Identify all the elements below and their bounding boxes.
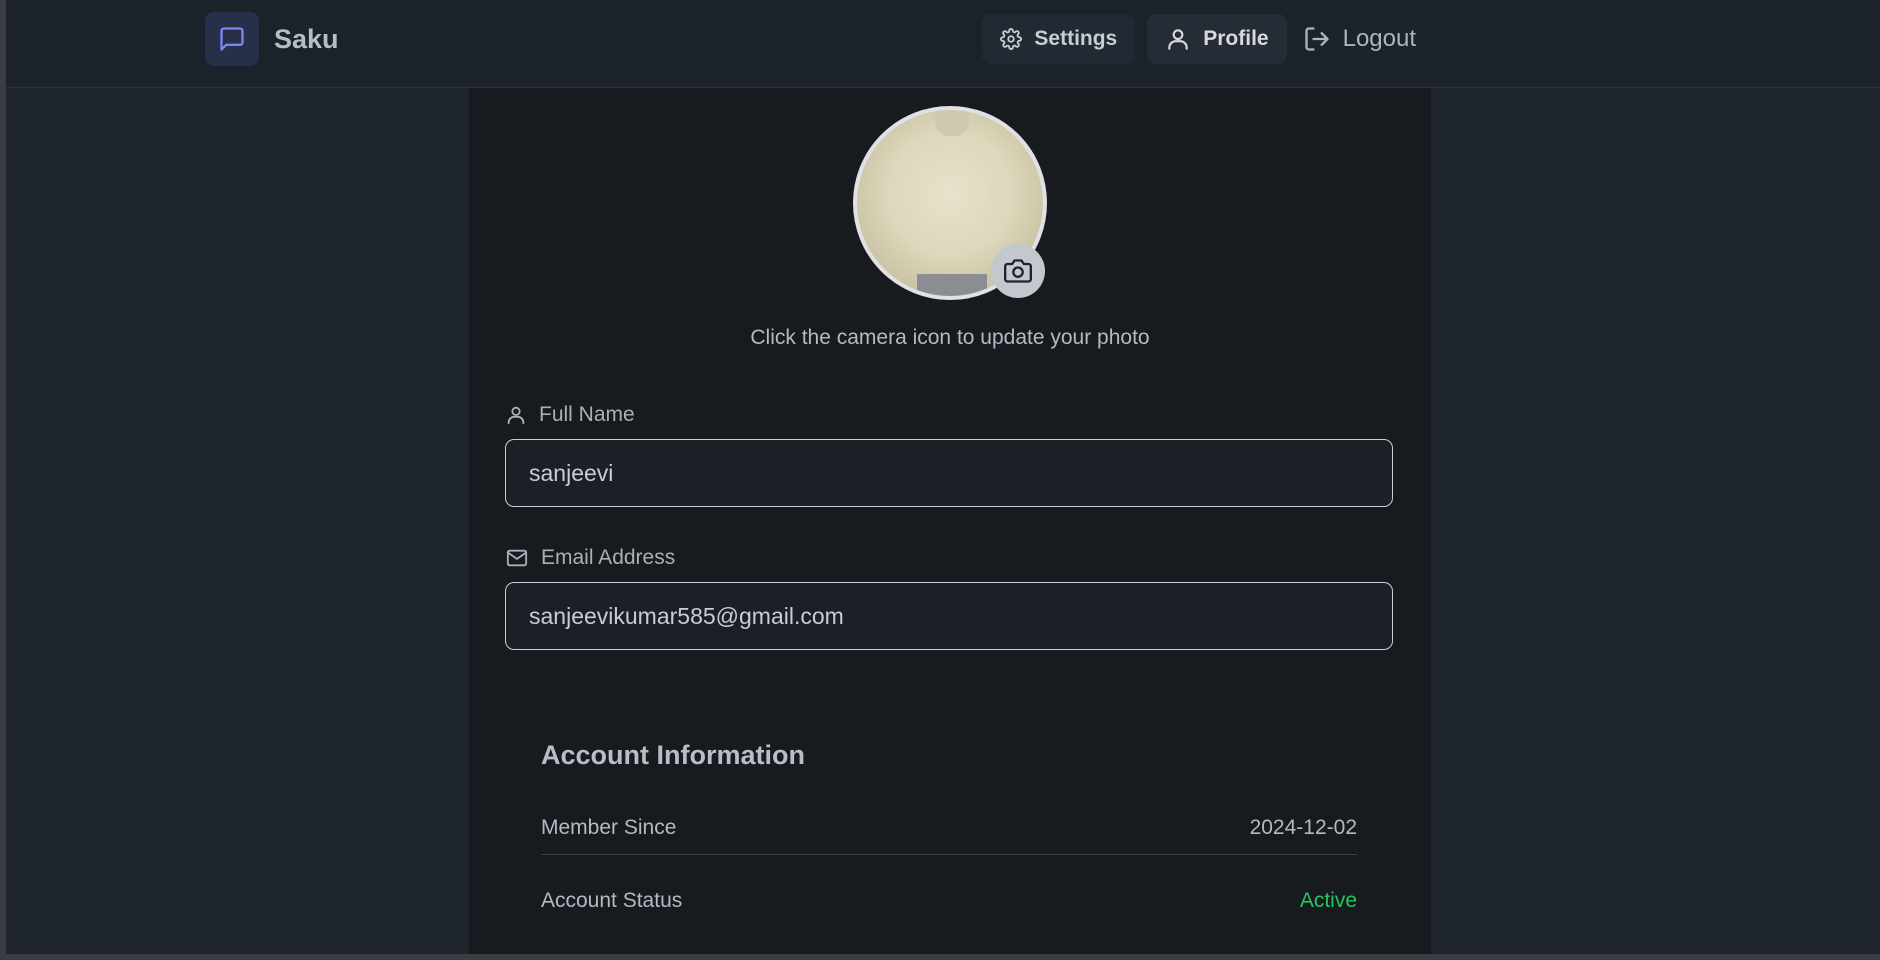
top-navbar: Saku Settings Profile Logout: [6, 0, 1880, 88]
app-window: Saku Settings Profile Logout Click the c…: [6, 0, 1880, 954]
gear-icon: [1000, 28, 1023, 50]
account-info-title: Account Information: [541, 740, 805, 770]
full-name-input[interactable]: [505, 439, 1393, 507]
member-since-value: 2024-12-02: [1249, 816, 1357, 839]
account-status-value: Active: [1299, 889, 1357, 912]
brand-link[interactable]: Saku: [205, 12, 339, 66]
profile-button[interactable]: Profile: [1147, 14, 1287, 64]
account-status-label: Account Status: [541, 889, 683, 912]
avatar-photo-detail: [935, 110, 969, 136]
account-info-row: Member Since 2024-12-02: [541, 816, 1357, 840]
avatar-photo-detail: [917, 274, 987, 296]
logout-label: Logout: [1342, 25, 1416, 52]
email-label: Email Address: [505, 546, 675, 570]
camera-icon: [1004, 259, 1032, 283]
settings-button[interactable]: Settings: [982, 14, 1136, 64]
brand-name: Saku: [274, 23, 339, 54]
logout-button[interactable]: Logout: [1299, 14, 1420, 64]
member-since-label: Member Since: [541, 816, 677, 839]
avatar-container: [853, 106, 1047, 300]
logout-icon: [1303, 25, 1331, 53]
user-icon: [1165, 26, 1191, 52]
mail-icon: [505, 547, 529, 569]
account-info-row: Account Status Active: [541, 889, 1357, 913]
nav-menu: Settings Profile Logout: [982, 14, 1420, 64]
profile-panel: Click the camera icon to update your pho…: [469, 88, 1431, 954]
brand-logo-badge: [205, 12, 259, 66]
divider: [541, 854, 1357, 855]
full-name-label: Full Name: [505, 403, 635, 427]
settings-label: Settings: [1034, 27, 1118, 50]
email-label-text: Email Address: [541, 546, 676, 569]
email-input[interactable]: [505, 582, 1393, 650]
chat-bubble-icon: [220, 27, 244, 51]
change-photo-button[interactable]: [991, 244, 1045, 298]
photo-hint-text: Click the camera icon to update your pho…: [750, 326, 1150, 349]
profile-label: Profile: [1203, 27, 1269, 50]
full-name-label-text: Full Name: [539, 403, 635, 426]
user-icon: [505, 404, 527, 426]
